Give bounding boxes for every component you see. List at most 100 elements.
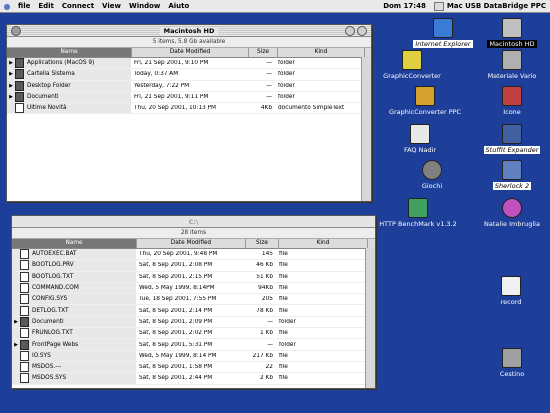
file-name-cell: IO.SYS	[12, 350, 136, 361]
file-name: Documenti	[32, 318, 64, 325]
desktop-icon[interactable]: Internet Explorer	[413, 18, 473, 48]
file-row[interactable]: AUTOEXEC.BAT Thu, 20 Sep 2001, 9:48 PM 145…	[12, 249, 375, 261]
desktop-icon-label: GraphicConverter PPC	[388, 108, 462, 116]
menu-clock[interactable]: Dom 17:48	[375, 2, 434, 10]
file-kind: file	[279, 364, 288, 371]
file-row[interactable]: ▶ Desktop Folder Yesterday, 7:22 PM — folder	[7, 80, 371, 92]
application-menu[interactable]: Mac USB DataBridge PPC	[447, 2, 550, 10]
file-kind: folder	[279, 341, 296, 348]
file-name-cell: ▶ Documenti	[7, 91, 131, 103]
file-row[interactable]: COMMAND.COM Wed, 5 May 1999, 8:14PM 94Kb fi…	[12, 282, 375, 295]
window-titlebar[interactable]: Macintosh HD	[7, 25, 371, 37]
menu-aiuto[interactable]: Aiuto	[164, 2, 193, 10]
file-row[interactable]: ▶ FrontPage Webs Sat, 8 Sep 2001, 5:31 PM —…	[12, 339, 375, 351]
menu-edit[interactable]: Edit	[34, 2, 58, 10]
menu-window[interactable]: Window	[125, 2, 164, 10]
file-kind: folder	[278, 82, 295, 89]
disclosure-triangle-icon[interactable]: ▶	[7, 83, 15, 89]
file-row[interactable]: FRUNLOG.TXT Sat, 8 Sep 2001, 2:02 PM 1 Kb f…	[12, 328, 375, 340]
file-row[interactable]: BOOTLOG.TXT Sat, 8 Sep 2001, 2:15 PM 51 Kb…	[12, 271, 375, 283]
column-size[interactable]: Size	[249, 48, 278, 57]
desktop-icon[interactable]: Natalie Imbruglia	[482, 198, 542, 228]
file-name-cell: ▶ FrontPage Webs	[12, 339, 136, 350]
menu-connect[interactable]: Connect	[58, 2, 98, 10]
file-kind: file	[279, 262, 288, 269]
application-menu-icon[interactable]	[433, 1, 444, 11]
disclosure-triangle-icon[interactable]: ▶	[7, 60, 15, 66]
file-row[interactable]: ▶ Applications (MacOS 9) Fri, 21 Sep 2001,…	[7, 58, 371, 70]
apple-menu-icon[interactable]: ●	[0, 2, 14, 11]
file-size: 205	[261, 296, 273, 303]
folder-icon	[502, 50, 522, 70]
file-date: Today, 0:37 AM	[134, 71, 179, 78]
column-size[interactable]: Size	[246, 239, 279, 248]
file-row[interactable]: IO.SYS Wed, 5 May 1999, 8:14 PM 217 Kb file	[12, 350, 375, 362]
desktop-icon-label: FAQ Nadir	[403, 146, 437, 154]
desktop-icon-label: HTTP BenchMark v1.3.2	[379, 220, 457, 228]
desktop-icon[interactable]: Macintosh HD	[482, 18, 542, 48]
column-kind[interactable]: Kind	[278, 48, 365, 57]
zoom-box-icon[interactable]	[345, 26, 355, 36]
column-date[interactable]: Date Modified	[132, 48, 249, 57]
desktop-icon[interactable]: Stuffit Expander	[482, 124, 542, 154]
vertical-scrollbar[interactable]	[361, 57, 371, 201]
file-date: Sat, 8 Sep 2001, 5:31 PM	[139, 341, 213, 348]
desktop-icon[interactable]: Icone	[482, 86, 542, 116]
file-date: Tue, 18 Sep 2001, 7:55 PM	[139, 296, 217, 303]
desktop-icon[interactable]: Cestino	[482, 348, 542, 378]
file-row[interactable]: BOOTLOG.PRV Sat, 8 Sep 2001, 2:08 PM 46 Kb…	[12, 260, 375, 272]
document-icon	[20, 305, 29, 316]
file-kind: file	[279, 330, 288, 337]
column-name[interactable]: Name	[12, 239, 137, 248]
file-name: IO.SYS	[32, 352, 51, 359]
desktop-icon-label: Giochi	[421, 182, 443, 190]
disclosure-triangle-icon[interactable]: ▶	[12, 319, 20, 325]
column-date[interactable]: Date Modified	[137, 239, 246, 248]
document-icon	[20, 260, 29, 271]
desktop-icon[interactable]: GraphicConverter	[382, 50, 442, 80]
column-kind[interactable]: Kind	[279, 239, 368, 248]
desktop-icon[interactable]: GraphicConverter PPC	[389, 86, 461, 116]
c-drive-window: C:\ 28 items Name Date Modified Size Kin…	[11, 215, 376, 389]
vertical-scrollbar[interactable]	[365, 248, 375, 388]
file-name-cell: BOOTLOG.TXT	[12, 271, 136, 282]
file-name: COMMAND.COM	[32, 285, 79, 292]
column-name[interactable]: Name	[7, 48, 132, 57]
file-row[interactable]: ▶ Cartella Sistema Today, 0:37 AM — folder	[7, 69, 371, 81]
file-date: Sat, 8 Sep 2001, 2:08 PM	[139, 262, 213, 269]
file-size: 94Kb	[258, 285, 273, 292]
desktop-icon[interactable]: FAQ Nadir	[390, 124, 450, 154]
disclosure-triangle-icon[interactable]: ▶	[7, 71, 15, 77]
collapse-box-icon[interactable]	[357, 26, 367, 36]
file-name-cell: AUTOEXEC.BAT	[12, 249, 136, 260]
graphicconverter-ppc-icon	[415, 86, 435, 106]
file-row[interactable]: Ultime Novità Thu, 20 Sep 2001, 10:13 PM 4…	[7, 103, 371, 115]
file-name: BOOTLOG.PRV	[32, 262, 74, 269]
menu-view[interactable]: View	[98, 2, 125, 10]
folder-icon	[20, 316, 29, 327]
file-row[interactable]: ▶ Documenti Fri, 21 Sep 2001, 9:11 PM — fold…	[7, 91, 371, 104]
file-row[interactable]: DETLOG.TXT Sat, 8 Sep 2001, 2:14 PM 78 Kb f…	[12, 305, 375, 317]
cd-icon	[502, 198, 522, 218]
file-kind: file	[279, 307, 288, 314]
desktop-icon-label: Cestino	[499, 370, 525, 378]
desktop-icon[interactable]: Materiale Vario	[482, 50, 542, 80]
file-row[interactable]: MSDOS.SYS Sat, 8 Sep 2001, 2:44 PM 2 Kb fil…	[12, 373, 375, 385]
window-titlebar[interactable]: C:\	[12, 216, 375, 228]
file-row[interactable]: ▶ Documenti Sat, 8 Sep 2001, 2:09 PM — folde…	[12, 316, 375, 329]
file-name: Ultime Novità	[27, 105, 67, 112]
desktop-icon[interactable]: Giochi	[402, 160, 462, 190]
disclosure-triangle-icon[interactable]: ▶	[12, 342, 20, 348]
close-box-icon[interactable]	[11, 26, 21, 36]
desktop-icon[interactable]: record	[481, 276, 541, 306]
file-size: 145	[261, 251, 273, 258]
desktop-icon[interactable]: Sherlock 2	[482, 160, 542, 190]
disclosure-triangle-icon[interactable]: ▶	[7, 94, 15, 100]
file-row[interactable]: MSDOS.--- Sat, 8 Sep 2001, 1:58 PM 22 file	[12, 361, 375, 374]
menu-bar: ● file Edit Connect View Window Aiuto Do…	[0, 0, 550, 13]
desktop-icon[interactable]: HTTP BenchMark v1.3.2	[379, 198, 457, 228]
menu-file[interactable]: file	[14, 2, 34, 10]
file-size: —	[266, 94, 272, 101]
file-row[interactable]: CONFIG.SYS Tue, 18 Sep 2001, 7:55 PM 205 fi…	[12, 294, 375, 306]
file-name-cell: MSDOS.---	[12, 361, 136, 373]
